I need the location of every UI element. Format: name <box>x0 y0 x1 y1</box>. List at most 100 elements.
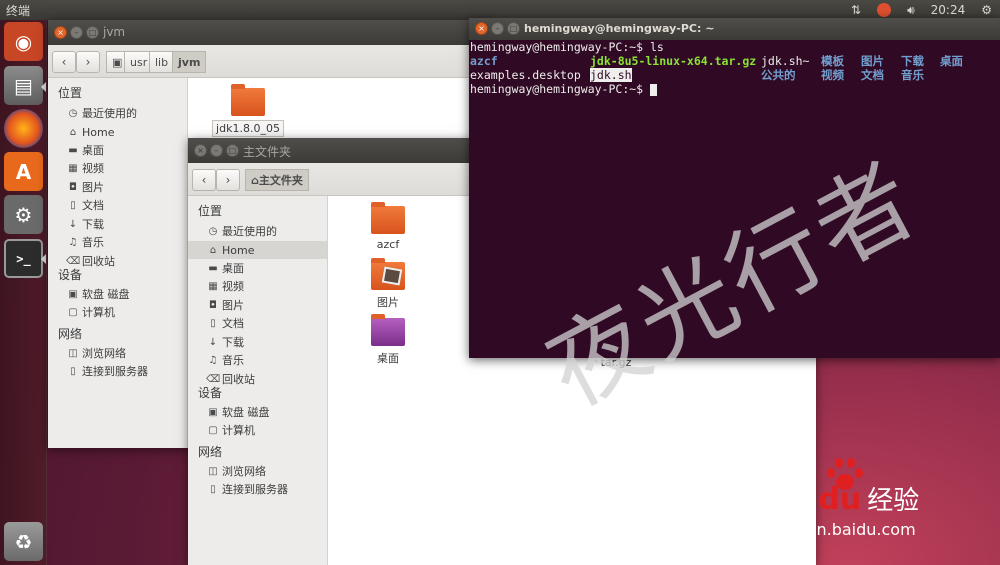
maximize-button[interactable]: □ <box>86 26 99 39</box>
disk-icon: ▣ <box>208 406 218 418</box>
cursor <box>650 83 658 96</box>
camera-icon: ◘ <box>69 181 77 193</box>
top-panel: 终端 ⇅ 🔊︎ 20:24 ⚙ <box>0 0 1000 20</box>
sidebar-item-desktop[interactable]: ▬ 桌面 <box>206 259 326 277</box>
gear-icon[interactable]: ⚙ <box>981 3 992 17</box>
minimize-button[interactable]: – <box>70 26 83 39</box>
ls-music: 音乐 <box>901 68 924 82</box>
terminal-line-prompt[interactable]: hemingway@hemingway-PC:~$ <box>470 82 658 96</box>
firefox-icon[interactable] <box>4 109 43 148</box>
file-item-pictures[interactable]: 图片 <box>348 258 428 310</box>
trash-icon[interactable]: ♻ <box>4 522 43 561</box>
window-titlebar[interactable]: × – □ jvm <box>48 20 488 45</box>
toolbar: ‹ › ▣ usr lib jvm <box>48 45 488 78</box>
sidebar-item-trash[interactable]: ⌫ 回收站 <box>206 370 326 388</box>
server-icon: ▯ <box>70 365 76 377</box>
home-icon: ⌂ <box>209 244 217 256</box>
sidebar-item-documents[interactable]: ▯ 文档 <box>206 314 326 332</box>
home-icon: ⌂ <box>251 173 259 187</box>
download-icon: ↓ <box>68 218 78 230</box>
sidebar-item-home[interactable]: ⌂ Home <box>188 241 327 259</box>
network-icon: ◫ <box>68 347 78 359</box>
breadcrumb-jvm[interactable]: jvm <box>172 51 207 73</box>
maximize-button[interactable]: □ <box>226 144 239 157</box>
sidebar-item-videos[interactable]: ▦ 视频 <box>66 159 186 177</box>
sidebar-item-floppy[interactable]: ▣ 软盘 磁盘 <box>206 403 326 421</box>
maximize-button[interactable]: □ <box>507 22 520 35</box>
sidebar-item-documents[interactable]: ▯ 文档 <box>66 196 186 214</box>
pictures-folder-icon <box>371 258 405 290</box>
sidebar-item-computer[interactable]: ▢ 计算机 <box>206 421 326 439</box>
clock-icon: ◷ <box>208 225 218 237</box>
close-button[interactable]: × <box>475 22 488 35</box>
trash-icon: ⌫ <box>206 373 221 385</box>
ls-jdk-sh[interactable]: jdk.sh <box>590 68 632 82</box>
sidebar-item-recent[interactable]: ◷ 最近使用的 <box>206 222 326 240</box>
window-title: 主文件夹 <box>243 145 292 159</box>
sidebar-item-computer[interactable]: ▢ 计算机 <box>66 303 186 321</box>
folder-icon: ▬ <box>208 262 218 274</box>
ls-examples: examples.desktop <box>470 68 581 82</box>
sidebar-item-desktop[interactable]: ▬ 桌面 <box>66 141 186 159</box>
folder-icon: ▬ <box>68 144 78 156</box>
back-button[interactable]: ‹ <box>192 169 216 191</box>
sidebar-item-browse-network[interactable]: ◫ 浏览网络 <box>66 344 186 362</box>
minimize-button[interactable]: – <box>491 22 504 35</box>
clock-icon: ◷ <box>68 107 78 119</box>
active-app-title: 终端 <box>6 4 31 18</box>
terminal-icon[interactable]: >_ <box>4 239 43 278</box>
devices-heading: 设备 <box>58 268 83 282</box>
sidebar-item-connect-server[interactable]: ▯ 连接到服务器 <box>206 480 326 498</box>
sidebar-item-music[interactable]: ♫ 音乐 <box>66 233 186 251</box>
back-button[interactable]: ‹ <box>52 51 76 73</box>
film-icon: ▦ <box>68 162 78 174</box>
files-icon[interactable]: ▤ <box>4 66 43 105</box>
terminal-window[interactable]: × – □ hemingway@hemingway-PC: ~ hemingwa… <box>469 18 1000 358</box>
ubuntu-dash-icon[interactable]: ◉ <box>4 22 43 61</box>
devices-heading: 设备 <box>198 386 223 400</box>
baidu-paw-icon <box>825 458 865 494</box>
network-icon[interactable]: ⇅ <box>851 3 861 17</box>
ls-backup: jdk.sh~ <box>761 54 810 68</box>
sidebar-item-downloads[interactable]: ↓ 下载 <box>66 215 186 233</box>
forward-button[interactable]: › <box>216 169 240 191</box>
server-icon: ▯ <box>210 483 216 495</box>
desktop-folder-icon <box>371 314 405 346</box>
ls-downloads: 下载 <box>901 54 924 68</box>
forward-button[interactable]: › <box>76 51 100 73</box>
ls-pictures: 图片 <box>861 54 884 68</box>
sidebar-item-recent[interactable]: ◷ 最近使用的 <box>66 104 186 122</box>
sidebar-item-music[interactable]: ♫ 音乐 <box>206 351 326 369</box>
sidebar-item-trash[interactable]: ⌫ 回收站 <box>66 252 186 270</box>
sidebar-item-pictures[interactable]: ◘ 图片 <box>206 296 326 314</box>
sidebar-item-videos[interactable]: ▦ 视频 <box>206 277 326 295</box>
indicator-area: ⇅ 🔊︎ 20:24 ⚙ <box>843 0 1000 20</box>
sidebar-item-downloads[interactable]: ↓ 下载 <box>206 333 326 351</box>
sidebar-item-connect-server[interactable]: ▯ 连接到服务器 <box>66 362 186 380</box>
breadcrumb-home[interactable]: ⌂ 主文件夹 <box>245 169 309 191</box>
sidebar-item-browse-network[interactable]: ◫ 浏览网络 <box>206 462 326 480</box>
file-item-jdk[interactable]: jdk1.8.0_05 <box>208 84 288 137</box>
system-settings-icon[interactable]: ⚙ <box>4 195 43 234</box>
clock[interactable]: 20:24 <box>931 3 966 17</box>
close-button[interactable]: × <box>54 26 67 39</box>
file-item-desktop[interactable]: 桌面 <box>348 314 428 366</box>
sidebar-item-pictures[interactable]: ◘ 图片 <box>66 178 186 196</box>
minimize-button[interactable]: – <box>210 144 223 157</box>
software-center-icon[interactable]: A <box>4 152 43 191</box>
volume-icon[interactable]: 🔊︎ <box>907 3 915 18</box>
sidebar-item-home[interactable]: ⌂ Home <box>66 123 186 141</box>
window-titlebar[interactable]: × – □ hemingway@hemingway-PC: ~ <box>469 18 1000 40</box>
sidebar-item-floppy[interactable]: ▣ 软盘 磁盘 <box>66 285 186 303</box>
file-item-azcf[interactable]: azcf <box>348 202 428 251</box>
music-icon: ♫ <box>68 236 78 248</box>
places-heading: 位置 <box>198 204 223 218</box>
active-indicator <box>41 82 46 92</box>
ls-videos: 视频 <box>821 68 844 82</box>
active-indicator <box>41 254 46 264</box>
settings-icon[interactable] <box>877 3 892 17</box>
ls-public: 公共的 <box>761 68 796 82</box>
breadcrumb-lib[interactable]: lib <box>149 51 175 73</box>
disk-icon: ▣ <box>68 288 78 300</box>
close-button[interactable]: × <box>194 144 207 157</box>
